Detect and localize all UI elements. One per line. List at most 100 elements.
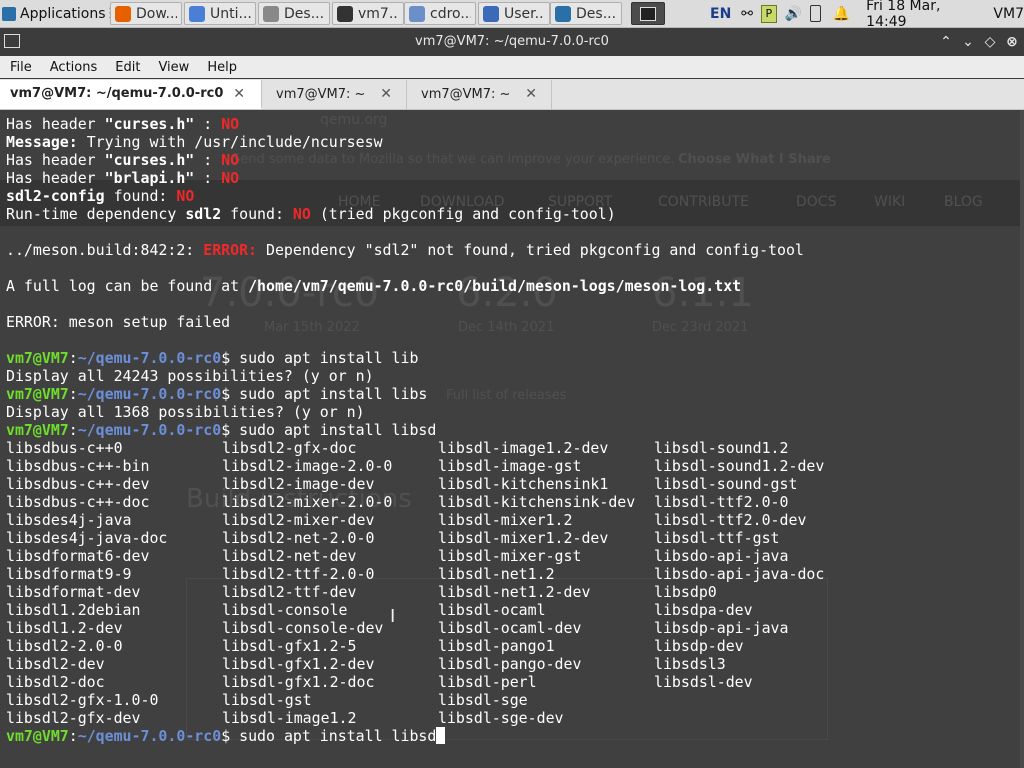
menu-edit[interactable]: Edit	[105, 60, 148, 75]
terminal-text-segment: Run-time dependency	[6, 205, 186, 223]
menu-actions[interactable]: Actions	[40, 60, 106, 75]
terminal-line: ERROR: meson setup failed	[6, 313, 870, 331]
menu-help[interactable]: Help	[197, 60, 245, 75]
terminal-icon	[640, 6, 656, 21]
completion-item: libsdsl-dev	[654, 673, 753, 691]
tab-close-icon[interactable]: ✕	[380, 86, 392, 102]
keyboard-layout[interactable]: EN	[710, 6, 731, 22]
terminal-text-segment: sdl2	[185, 205, 222, 223]
completion-item: libsdes4j-java-doc	[6, 529, 168, 547]
clipboard-icon[interactable]: P	[761, 4, 777, 23]
tab-close-icon[interactable]: ✕	[233, 86, 245, 102]
prompt-colon: :	[68, 385, 78, 403]
tab-home-2[interactable]: vm7@VM7: ~ ✕	[407, 80, 552, 109]
maximize-window-icon[interactable]: ◇	[980, 32, 1000, 52]
completion-item: libsdl-ttf2.0-0	[654, 493, 789, 511]
prompt-colon: :	[68, 727, 78, 745]
current-command-line[interactable]: vm7@VM7:~/qemu-7.0.0-rc0$ sudo apt insta…	[6, 727, 870, 745]
completion-item: libsdl2-ttf-2.0-0	[222, 565, 375, 583]
terminal-text-segment: Has header	[6, 115, 105, 133]
completion-row: libsdl2-doc libsdl-gfx1.2-doc libsdl-perl l…	[6, 673, 870, 691]
tab-home-1[interactable]: vm7@VM7: ~ ✕	[262, 80, 407, 109]
completion-row: libsdbus-c++-dev libsdl2-image-dev libsdl-…	[6, 475, 870, 493]
applications-label: Applications	[20, 5, 106, 22]
terminal-line: Has header "curses.h" : NO	[6, 115, 870, 133]
completion-item: libsdl-ttf-gst	[654, 529, 780, 547]
completion-item: libsdo-api-java-doc	[654, 565, 825, 583]
terminal-text-segment: ERROR:	[203, 241, 258, 259]
terminal-text-segment: :	[194, 115, 222, 133]
terminal-text-segment: NO	[221, 151, 240, 169]
minimize-window-icon[interactable]: ⌄	[958, 32, 978, 52]
current-command: sudo apt install libsd	[230, 727, 437, 745]
taskbar-task[interactable]: User...	[478, 2, 550, 25]
hostname[interactable]: VM7	[993, 6, 1024, 22]
completion-row: libsdl1.2-dev libsdl-console-dev libsdl-oc…	[6, 619, 870, 637]
taskbar-task[interactable]: Unti...	[184, 2, 256, 25]
taskbar-task[interactable]: Des...	[550, 2, 622, 25]
completion-item: libsdl-pango-dev	[438, 655, 582, 673]
document-icon	[263, 5, 279, 22]
prompt-dollar: $	[221, 727, 231, 745]
applications-menu-button[interactable]: Applications ☰	[2, 2, 121, 25]
tab-close-icon[interactable]: ✕	[525, 86, 537, 102]
menu-file[interactable]: File	[0, 60, 40, 75]
network-icon[interactable]: ⚯	[741, 6, 753, 22]
shade-window-icon[interactable]: ⌃	[936, 32, 956, 52]
completion-item: libsdpa-dev	[654, 601, 753, 619]
completion-item: libsdl2-mixer-2.0-0	[222, 493, 393, 511]
terminal-scrollbar[interactable]	[1020, 110, 1024, 768]
terminal-text-segment: Display all 1368 possibilities? (y or n)	[6, 403, 365, 421]
menu-view[interactable]: View	[148, 60, 197, 75]
window-titlebar[interactable]: vm7@VM7: ~/qemu-7.0.0-rc0 ⌃ ⌄ ◇ ⊗	[0, 28, 1024, 56]
taskbar: Applications ☰ Dow... Unti... Des... vm7...…	[0, 0, 1024, 30]
tab-label: vm7@VM7: ~/qemu-7.0.0-rc0	[10, 86, 224, 101]
taskbar-task-label: Dow...	[136, 5, 177, 22]
tab-qemu[interactable]: vm7@VM7: ~/qemu-7.0.0-rc0 ✕	[0, 80, 262, 109]
terminal-view[interactable]: qemu.org Send some data to Mozilla so th…	[0, 110, 1024, 768]
terminal-line: Message: Trying with /usr/include/ncurse…	[6, 133, 870, 151]
battery-icon[interactable]	[810, 5, 821, 22]
terminal-text-segment: A full log can be found at	[6, 277, 249, 295]
completion-item: libsdl1.2-dev	[6, 619, 123, 637]
terminal-text-segment: Message:	[6, 133, 78, 151]
taskbar-task[interactable]: cdro...	[404, 2, 476, 25]
taskbar-task-label: Des...	[576, 5, 617, 22]
menubar: File Actions Edit View Help	[0, 56, 1024, 78]
taskbar-terminal-active[interactable]	[631, 2, 665, 25]
chromium-icon	[189, 5, 205, 22]
completion-row: libsdl2-gfx-dev libsdl-image1.2 libsdl-sge…	[6, 709, 870, 727]
terminal-text-segment: (tried pkgconfig and config-tool)	[310, 205, 616, 223]
terminal-line: ../meson.build:842:2: ERROR: Dependency …	[6, 241, 870, 259]
terminal-text-segment: /home/vm7/qemu-7.0.0-rc0/build/meson-log…	[248, 277, 742, 295]
volume-icon[interactable]: 🔊	[785, 6, 802, 22]
terminal-text-segment: found:	[221, 205, 293, 223]
completion-row: libsdes4j-java-doc libsdl2-net-2.0-0 libsd…	[6, 529, 870, 547]
close-window-icon[interactable]: ⊗	[1002, 32, 1022, 52]
completion-item: libsdl-mixer1.2	[438, 511, 573, 529]
taskbar-task[interactable]: Des...	[258, 2, 330, 25]
terminal-text-segment: sudo apt install libsd	[230, 421, 437, 439]
notification-bell-icon[interactable]: 🔔	[833, 6, 850, 22]
completion-item: libsdl-console	[222, 601, 348, 619]
prompt-path: ~/qemu-7.0.0-rc0	[77, 349, 222, 367]
taskbar-task[interactable]: Dow...	[110, 2, 182, 25]
completion-row: libsdformat9-9 libsdl2-ttf-2.0-0 libsdl-ne…	[6, 565, 870, 583]
taskbar-task[interactable]: vm7...	[332, 2, 404, 25]
terminal-line: Display all 24243 possibilities? (y or n…	[6, 367, 870, 385]
ghost-nav-blog: BLOG	[944, 194, 983, 210]
terminal-text-segment: NO	[292, 205, 311, 223]
completion-item: libsdl2-doc	[6, 673, 105, 691]
clock[interactable]: Fri 18 Mar, 14:49	[866, 0, 981, 30]
completion-item: libsdp-dev	[654, 637, 744, 655]
folder-icon	[409, 5, 425, 22]
terminal-line: Has header "curses.h" : NO	[6, 151, 870, 169]
completion-item: libsdl-console-dev	[222, 619, 384, 637]
terminal-text-segment: ERROR: meson setup failed	[6, 313, 231, 331]
completion-row: libsdl2-2.0-0 libsdl-gfx1.2-5 libsdl-pango…	[6, 637, 870, 655]
completion-item: libsdl2-ttf-dev	[222, 583, 357, 601]
completion-row: libsdl2-dev libsdl-gfx1.2-dev libsdl-pango…	[6, 655, 870, 673]
terminal-text-segment: NO	[221, 115, 240, 133]
completion-item: libsdl-kitchensink-dev	[438, 493, 636, 511]
